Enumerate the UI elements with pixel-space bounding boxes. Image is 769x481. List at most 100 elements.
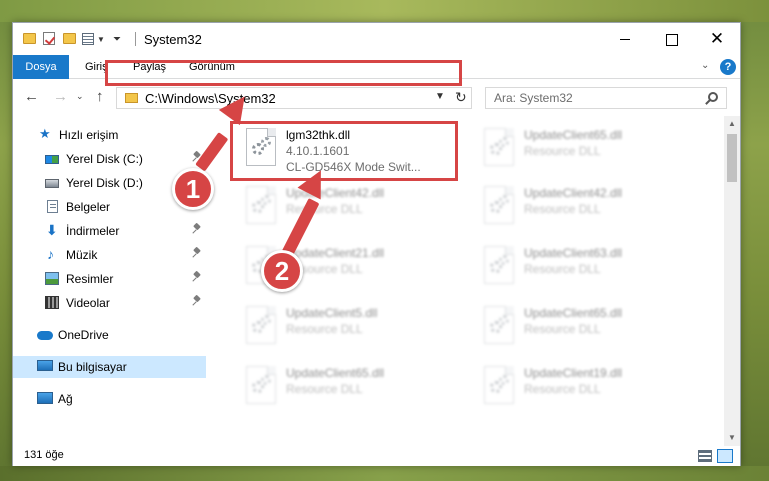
file-name: UpdateClient19.dll [524, 366, 623, 380]
file-name: UpdateClient65.dll [286, 366, 385, 380]
search-icon[interactable] [708, 92, 718, 102]
large-icons-view-icon[interactable] [717, 449, 733, 463]
title-separator [135, 32, 136, 46]
file-description: Resource DLL [286, 322, 363, 336]
nav-label: Ağ [58, 392, 73, 406]
file-description: Resource DLL [524, 144, 601, 158]
dropdown-arrow-icon[interactable]: ▼ [97, 35, 105, 44]
nav-item-onedrive[interactable]: OneDrive [13, 324, 206, 346]
recent-locations-icon[interactable]: ⌄ [76, 91, 84, 102]
file-item[interactable]: UpdateClient65.dll Resource DLL [236, 360, 476, 418]
file-name: UpdateClient65.dll [524, 128, 623, 142]
address-bar[interactable]: C:\Windows\System32 ▼ ↻ [116, 87, 472, 109]
dll-file-icon [246, 366, 276, 404]
file-description: Resource DLL [524, 202, 601, 216]
search-placeholder[interactable]: Ara: System32 [494, 91, 573, 105]
search-box[interactable]: Ara: System32 [485, 87, 727, 109]
item-count: 131 öğe [24, 449, 64, 461]
nav-label: Belgeler [66, 200, 111, 214]
nav-label: OneDrive [58, 328, 109, 342]
address-bar-highlight [105, 60, 462, 86]
title-bar: ▼ ⏷ System32 ✕ [13, 23, 740, 55]
file-name: UpdateClient63.dll [524, 246, 623, 260]
customize-toolbar-icon[interactable]: ⏷ [113, 34, 121, 45]
address-path[interactable]: C:\Windows\System32 [145, 91, 276, 106]
pin-icon [193, 224, 201, 234]
file-item[interactable]: UpdateClient42.dll Resource DLL [236, 180, 476, 238]
address-dropdown-icon[interactable]: ▼ [435, 91, 445, 102]
file-item[interactable]: UpdateClient63.dll Resource DLL [474, 240, 714, 298]
forward-arrow-icon[interactable]: → [53, 88, 68, 105]
videos-icon [45, 296, 59, 309]
file-description: Resource DLL [524, 322, 601, 336]
maximize-button[interactable] [648, 23, 694, 55]
address-folder-icon [125, 93, 138, 103]
file-item[interactable]: UpdateClient19.dll Resource DLL [474, 360, 714, 418]
help-icon[interactable]: ? [720, 59, 736, 75]
file-name: UpdateClient42.dll [524, 186, 623, 200]
explorer-window: ▼ ⏷ System32 ✕ Dosya Giriş Paylaş Görünü… [12, 22, 741, 466]
nav-item-videos[interactable]: Videolar [13, 292, 206, 314]
pin-icon [193, 296, 201, 306]
file-item[interactable]: UpdateClient65.dll Resource DLL [474, 300, 714, 358]
tab-file[interactable]: Dosya [13, 55, 69, 79]
nav-item-local-disk-c[interactable]: Yerel Disk (C:) [13, 148, 206, 170]
file-description: Resource DLL [286, 382, 363, 396]
scroll-up-icon[interactable]: ▲ [724, 116, 740, 132]
file-description: Resource DLL [524, 262, 601, 276]
status-bar: 131 öğe [13, 446, 740, 466]
nav-label: Hızlı erişim [59, 128, 119, 142]
properties-check-icon[interactable] [43, 32, 55, 45]
file-name: UpdateClient21.dll [286, 246, 385, 260]
scroll-down-icon[interactable]: ▼ [724, 430, 740, 446]
desktop-background-top [0, 0, 769, 22]
file-name: UpdateClient65.dll [524, 306, 623, 320]
file-item[interactable]: UpdateClient5.dll Resource DLL [236, 300, 476, 358]
rename-icon[interactable] [82, 33, 94, 45]
navigation-pane: ★ Hızlı erişim Yerel Disk (C:) Yerel Dis… [13, 116, 206, 446]
nav-label: Videolar [66, 296, 110, 310]
pictures-icon [45, 272, 59, 285]
file-name: UpdateClient5.dll [286, 306, 378, 320]
dll-file-icon [246, 186, 276, 224]
drive-c-icon [45, 155, 59, 164]
scroll-thumb[interactable] [727, 134, 737, 182]
file-description: Resource DLL [286, 202, 363, 216]
nav-label: Bu bilgisayar [58, 360, 127, 374]
file-item[interactable]: UpdateClient65.dll Resource DLL [474, 122, 714, 180]
minimize-button[interactable] [602, 23, 648, 55]
folder-icon [23, 33, 36, 44]
dll-file-icon [246, 306, 276, 344]
window-title: System32 [144, 32, 202, 47]
onedrive-icon [37, 331, 53, 340]
downloads-icon: ⬇ [46, 222, 58, 238]
nav-item-quick-access[interactable]: ★ Hızlı erişim [13, 124, 206, 146]
up-arrow-icon[interactable]: ↑ [96, 88, 104, 105]
nav-item-music[interactable]: ♪ Müzik [13, 244, 206, 266]
refresh-icon[interactable]: ↻ [455, 89, 467, 106]
drive-icon [45, 179, 59, 188]
pin-icon [193, 248, 201, 258]
music-icon: ♪ [47, 246, 54, 262]
details-view-icon[interactable] [698, 450, 712, 462]
annotation-badge-1: 1 [172, 168, 214, 210]
back-arrow-icon[interactable]: ← [24, 88, 39, 105]
file-item[interactable]: UpdateClient42.dll Resource DLL [474, 180, 714, 238]
documents-icon [47, 200, 58, 213]
nav-item-this-pc[interactable]: Bu bilgisayar [13, 356, 206, 378]
dll-file-icon [484, 306, 514, 344]
close-button[interactable]: ✕ [694, 23, 740, 55]
this-pc-icon [37, 360, 53, 371]
expand-ribbon-icon[interactable]: ⌄ [701, 60, 709, 71]
vertical-scrollbar[interactable]: ▲ ▼ [724, 116, 740, 446]
pin-icon [193, 272, 201, 282]
desktop-background-bottom [0, 466, 769, 481]
new-folder-icon[interactable] [63, 33, 76, 44]
nav-label: İndirmeler [66, 224, 120, 238]
nav-item-pictures[interactable]: Resimler [13, 268, 206, 290]
dll-file-icon [484, 366, 514, 404]
nav-item-network[interactable]: Ağ [13, 388, 206, 410]
file-description: Resource DLL [524, 382, 601, 396]
nav-item-downloads[interactable]: ⬇ İndirmeler [13, 220, 206, 242]
nav-label: Yerel Disk (D:) [66, 176, 143, 190]
